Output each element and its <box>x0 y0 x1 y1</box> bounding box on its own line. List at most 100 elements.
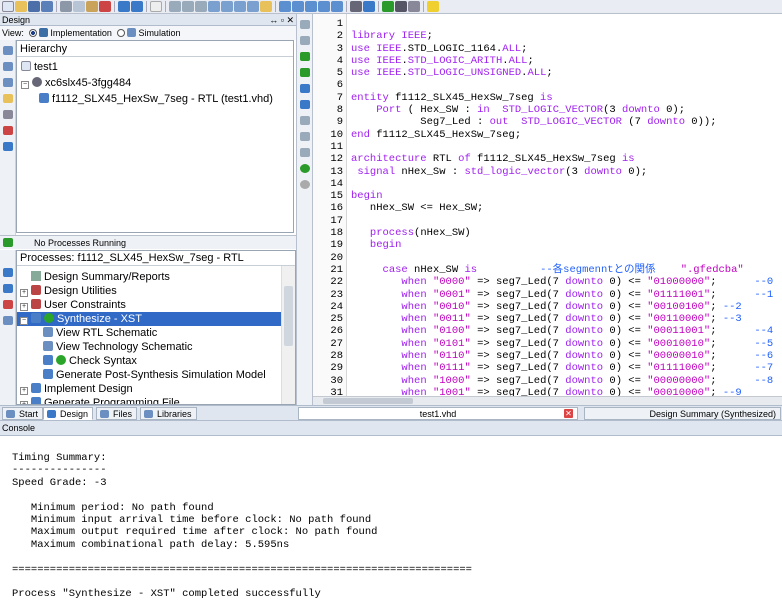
window-horizontal-icon[interactable] <box>305 1 317 12</box>
run-icon[interactable] <box>382 1 394 12</box>
window-vertical-icon[interactable] <box>318 1 330 12</box>
expand-toggle-icon[interactable]: + <box>20 387 28 395</box>
code-line[interactable] <box>351 79 779 91</box>
tree-item-top-module[interactable]: f1112_SLX45_HexSw_7seg - RTL (test1.vhd) <box>39 92 273 106</box>
process-implement-design[interactable]: + Implement Design <box>17 382 281 396</box>
code-line[interactable]: when "0100" => seg7_Led(7 downto 0) <= "… <box>351 325 779 337</box>
code-line[interactable] <box>351 215 779 227</box>
new-source-icon[interactable] <box>3 46 13 55</box>
process-generate-programming-file[interactable]: + Generate Programming File <box>17 396 281 404</box>
delete-icon[interactable] <box>99 1 111 12</box>
editor-horizontal-scrollbar[interactable] <box>313 396 782 405</box>
process-user-constraints[interactable]: + User Constraints <box>17 298 281 312</box>
zoom-out-icon[interactable] <box>234 1 246 12</box>
code-line[interactable]: when "0001" => seg7_Led(7 downto 0) <= "… <box>351 289 779 301</box>
save-all-icon[interactable] <box>41 1 53 12</box>
implementation-radio[interactable] <box>29 29 38 37</box>
redo-icon[interactable] <box>131 1 143 12</box>
add-copy-source-icon[interactable] <box>3 78 13 87</box>
stop-icon[interactable] <box>3 300 13 309</box>
process-check-syntax[interactable]: Check Syntax <box>17 354 281 368</box>
process-view-rtl-schematic[interactable]: View RTL Schematic <box>17 326 281 340</box>
save-icon[interactable] <box>28 1 40 12</box>
settings-wrench-icon[interactable] <box>350 1 362 12</box>
paste-icon[interactable] <box>86 1 98 12</box>
scrollbar-thumb[interactable] <box>284 286 293 346</box>
collapse-toggle-icon[interactable]: − <box>21 81 29 89</box>
tab-design[interactable]: Design <box>43 407 94 420</box>
tab-test1-vhd[interactable]: test1.vhd ✕ <box>298 407 578 420</box>
process-generate-post-synthesis-sim[interactable]: Generate Post-Synthesis Simulation Model <box>17 368 281 382</box>
add-source-icon[interactable] <box>3 62 13 71</box>
bookmark-icon[interactable] <box>208 1 220 12</box>
code-line[interactable]: nHex_SW <= Hex_SW; <box>351 202 779 214</box>
process-design-summary[interactable]: Design Summary/Reports <box>17 270 281 284</box>
code-editor[interactable]: 1 2 3 4 5 6 7 8 9 10 11 12 13 14 15 16 17 18 19 20 21 22 23 24 2… <box>313 14 782 405</box>
code-line[interactable]: when "0110" => seg7_Led(7 downto 0) <= "… <box>351 350 779 362</box>
language-templates-icon[interactable] <box>300 164 310 173</box>
tree-item-device[interactable]: − xc6slx45-3fgg484 <box>18 76 131 90</box>
code-line[interactable] <box>351 141 779 153</box>
code-line[interactable]: use IEEE.STD_LOGIC_1164.ALL; <box>351 43 779 55</box>
redo-edit-icon[interactable] <box>300 100 310 109</box>
comment-icon[interactable] <box>300 52 310 61</box>
undo-edit-icon[interactable] <box>300 84 310 93</box>
window-list-icon[interactable] <box>331 1 343 12</box>
processes-scrollbar[interactable] <box>281 266 295 404</box>
goto-icon[interactable] <box>300 132 310 141</box>
tab-design-summary[interactable]: Design Summary (Synthesized) <box>584 407 781 420</box>
process-design-utilities[interactable]: + Design Utilities <box>17 284 281 298</box>
hierarchy-view-icon[interactable] <box>3 142 13 151</box>
open-icon[interactable] <box>3 94 13 103</box>
code-line[interactable]: entity f1112_SLX45_HexSw_7seg is <box>351 92 779 104</box>
scrollbar-thumb[interactable] <box>323 398 413 404</box>
new-file-icon[interactable] <box>2 1 14 12</box>
zoom-in-icon[interactable] <box>221 1 233 12</box>
clock-icon[interactable] <box>300 180 310 189</box>
code-line[interactable]: use IEEE.STD_LOGIC_ARITH.ALL; <box>351 55 779 67</box>
help-icon[interactable] <box>363 1 375 12</box>
copy-icon[interactable] <box>73 1 85 12</box>
code-line[interactable]: case nHex_SW is --各segmenntとの関係 ".gfedcb… <box>351 264 779 276</box>
indent-icon[interactable] <box>300 20 310 29</box>
code-line[interactable]: end f1112_SLX45_HexSw_7seg; <box>351 129 779 141</box>
open-folder-icon[interactable] <box>15 1 27 12</box>
rerun-icon[interactable] <box>3 268 13 277</box>
rerun-all-icon[interactable] <box>3 284 13 293</box>
template-icon[interactable] <box>300 148 310 157</box>
bookmark-toggle-icon[interactable] <box>300 116 310 125</box>
process-synthesize-xst[interactable]: − Synthesize - XST <box>17 312 281 326</box>
expand-toggle-icon[interactable]: + <box>20 303 28 311</box>
code-line[interactable]: use IEEE.STD_LOGIC_UNSIGNED.ALL; <box>351 67 779 79</box>
simulation-radio[interactable] <box>117 29 126 37</box>
zoom-fit-icon[interactable] <box>247 1 259 12</box>
overflow-chevron-icon[interactable] <box>150 1 162 12</box>
collapse-toggle-icon[interactable]: − <box>20 317 28 325</box>
open-without-updating-icon[interactable] <box>3 316 13 325</box>
run-process-icon[interactable] <box>3 238 13 247</box>
properties-icon[interactable] <box>3 110 13 119</box>
schematic-icon[interactable] <box>260 1 272 12</box>
tab-start[interactable]: Start <box>2 407 44 420</box>
simulation-label[interactable]: Simulation <box>138 28 180 38</box>
uncomment-icon[interactable] <box>300 68 310 77</box>
console-output[interactable]: Timing Summary: --------------- Speed Grad… <box>0 436 782 601</box>
lightbulb-icon[interactable] <box>427 1 439 12</box>
code-line[interactable]: when "0011" => seg7_Led(7 downto 0) <= "… <box>351 313 779 325</box>
undo-icon[interactable] <box>118 1 130 12</box>
code-line[interactable]: Seg7_Led : out STD_LOGIC_VECTOR (7 downt… <box>351 116 779 128</box>
code-line[interactable]: process(nHex_SW) <box>351 227 779 239</box>
code-line[interactable]: when "1000" => seg7_Led(7 downto 0) <= "… <box>351 375 779 387</box>
outdent-icon[interactable] <box>300 36 310 45</box>
process-properties-icon[interactable] <box>408 1 420 12</box>
process-view-technology-schematic[interactable]: View Technology Schematic <box>17 340 281 354</box>
remove-icon[interactable] <box>3 126 13 135</box>
panel-window-buttons[interactable]: ↔ ▫ ✕ <box>269 14 294 26</box>
window-tile-icon[interactable] <box>279 1 291 12</box>
code-line[interactable]: begin <box>351 190 779 202</box>
code-line[interactable]: begin <box>351 239 779 251</box>
code-line[interactable] <box>351 252 779 264</box>
code-line[interactable]: when "0000" => seg7_Led(7 downto 0) <= "… <box>351 276 779 288</box>
code-line[interactable]: signal nHex_Sw : std_logic_vector(3 down… <box>351 166 779 178</box>
expand-toggle-icon[interactable]: + <box>20 289 28 297</box>
